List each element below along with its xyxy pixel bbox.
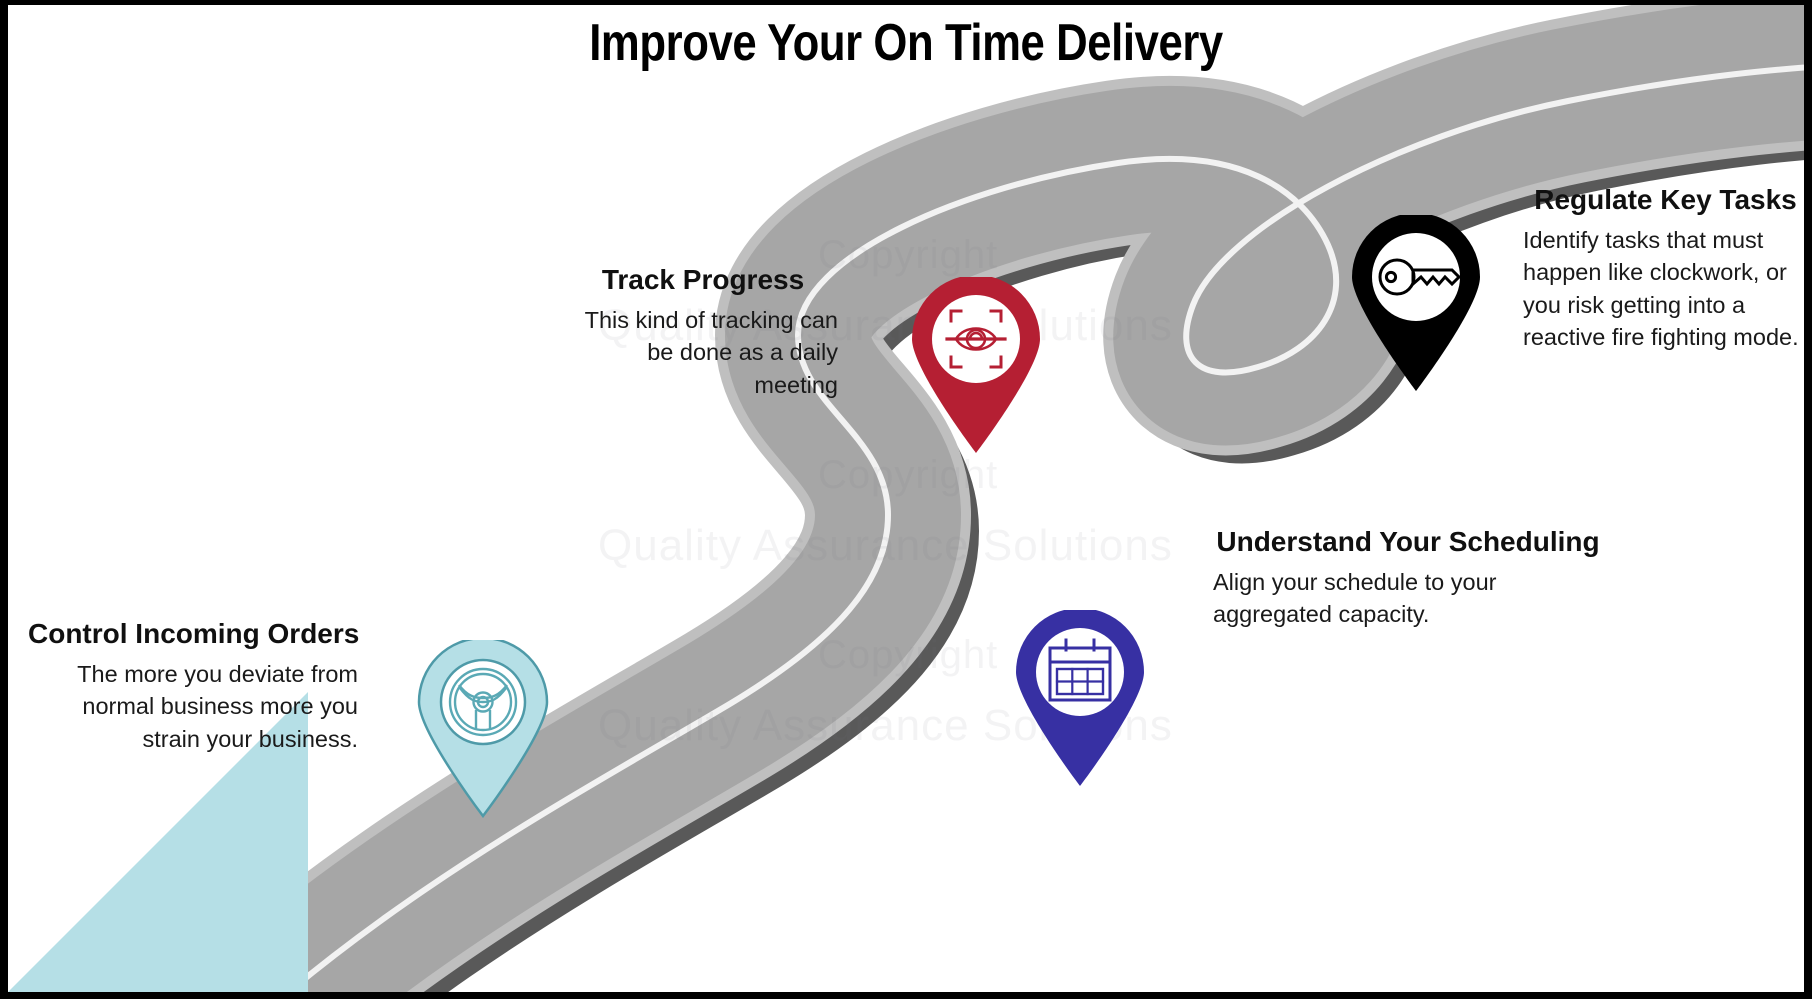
step-text-regulate: Regulate Key Tasks Identify tasks that m… (1523, 183, 1804, 354)
map-pin-regulate[interactable] (1346, 215, 1486, 393)
step-body-schedule: Align your schedule to your aggregated c… (1213, 569, 1497, 628)
map-pin-schedule[interactable] (1010, 610, 1150, 788)
step-text-schedule: Understand Your Scheduling Align your sc… (1213, 525, 1603, 631)
map-pin-track[interactable] (906, 277, 1046, 455)
step-heading-regulate: Regulate Key Tasks (1534, 184, 1797, 215)
page-title: Improve Your On Time Delivery (589, 14, 1223, 72)
step-body-regulate: Identify tasks that must happen like clo… (1523, 227, 1799, 351)
step-heading-control: Control Incoming Orders (28, 618, 360, 649)
slide-frame: Copyright Quality Assurance Solutions Co… (0, 0, 1812, 999)
step-heading-schedule: Understand Your Scheduling (1216, 526, 1600, 557)
step-body-track: This kind of tracking can be done as a d… (584, 307, 838, 398)
step-body-control: The more you deviate from normal busines… (77, 661, 358, 752)
slide-canvas: Copyright Quality Assurance Solutions Co… (8, 5, 1804, 992)
map-pin-control[interactable] (413, 640, 553, 818)
step-heading-track: Track Progress (601, 264, 805, 295)
step-text-track: Track Progress This kind of tracking can… (568, 263, 838, 401)
step-text-control: Control Incoming Orders The more you dev… (28, 617, 360, 755)
